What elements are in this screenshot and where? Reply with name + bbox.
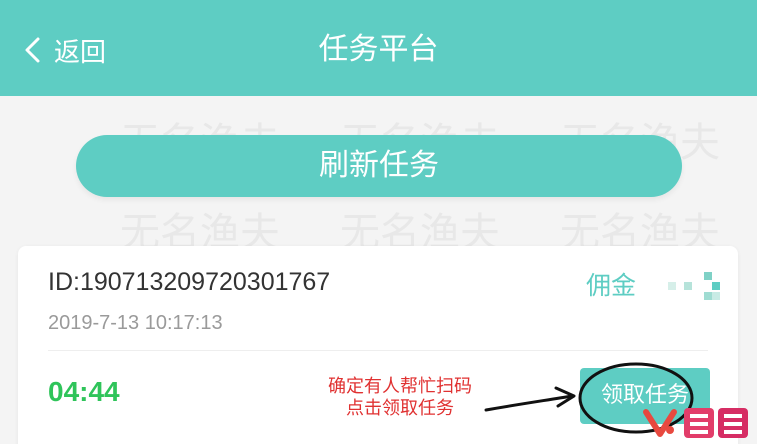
task-platform-page: 无名渔夫 无名渔夫 无名渔夫 无名渔夫 无名渔夫 无名渔夫 返回 任务平台 刷新… bbox=[0, 0, 757, 444]
brand-logo-icon bbox=[643, 408, 748, 438]
top-bar: 返回 任务平台 bbox=[0, 0, 757, 96]
commission-label: 佣金 bbox=[586, 271, 637, 300]
commission-value-redacted bbox=[668, 270, 720, 300]
refresh-tasks-button[interactable]: 刷新任务 bbox=[76, 135, 682, 197]
annotation-line-2: 点击领取任务 bbox=[346, 398, 454, 419]
annotation-note: 确定有人帮忙扫码 点击领取任务 bbox=[300, 376, 500, 420]
task-timestamp: 2019-7-13 10:17:13 bbox=[48, 312, 223, 334]
page-title: 任务平台 bbox=[318, 32, 439, 67]
task-id: ID:190713209720301767 bbox=[48, 268, 331, 296]
annotation-line-1: 确定有人帮忙扫码 bbox=[328, 376, 472, 397]
countdown-timer: 04:44 bbox=[48, 376, 120, 407]
card-divider bbox=[48, 350, 708, 351]
